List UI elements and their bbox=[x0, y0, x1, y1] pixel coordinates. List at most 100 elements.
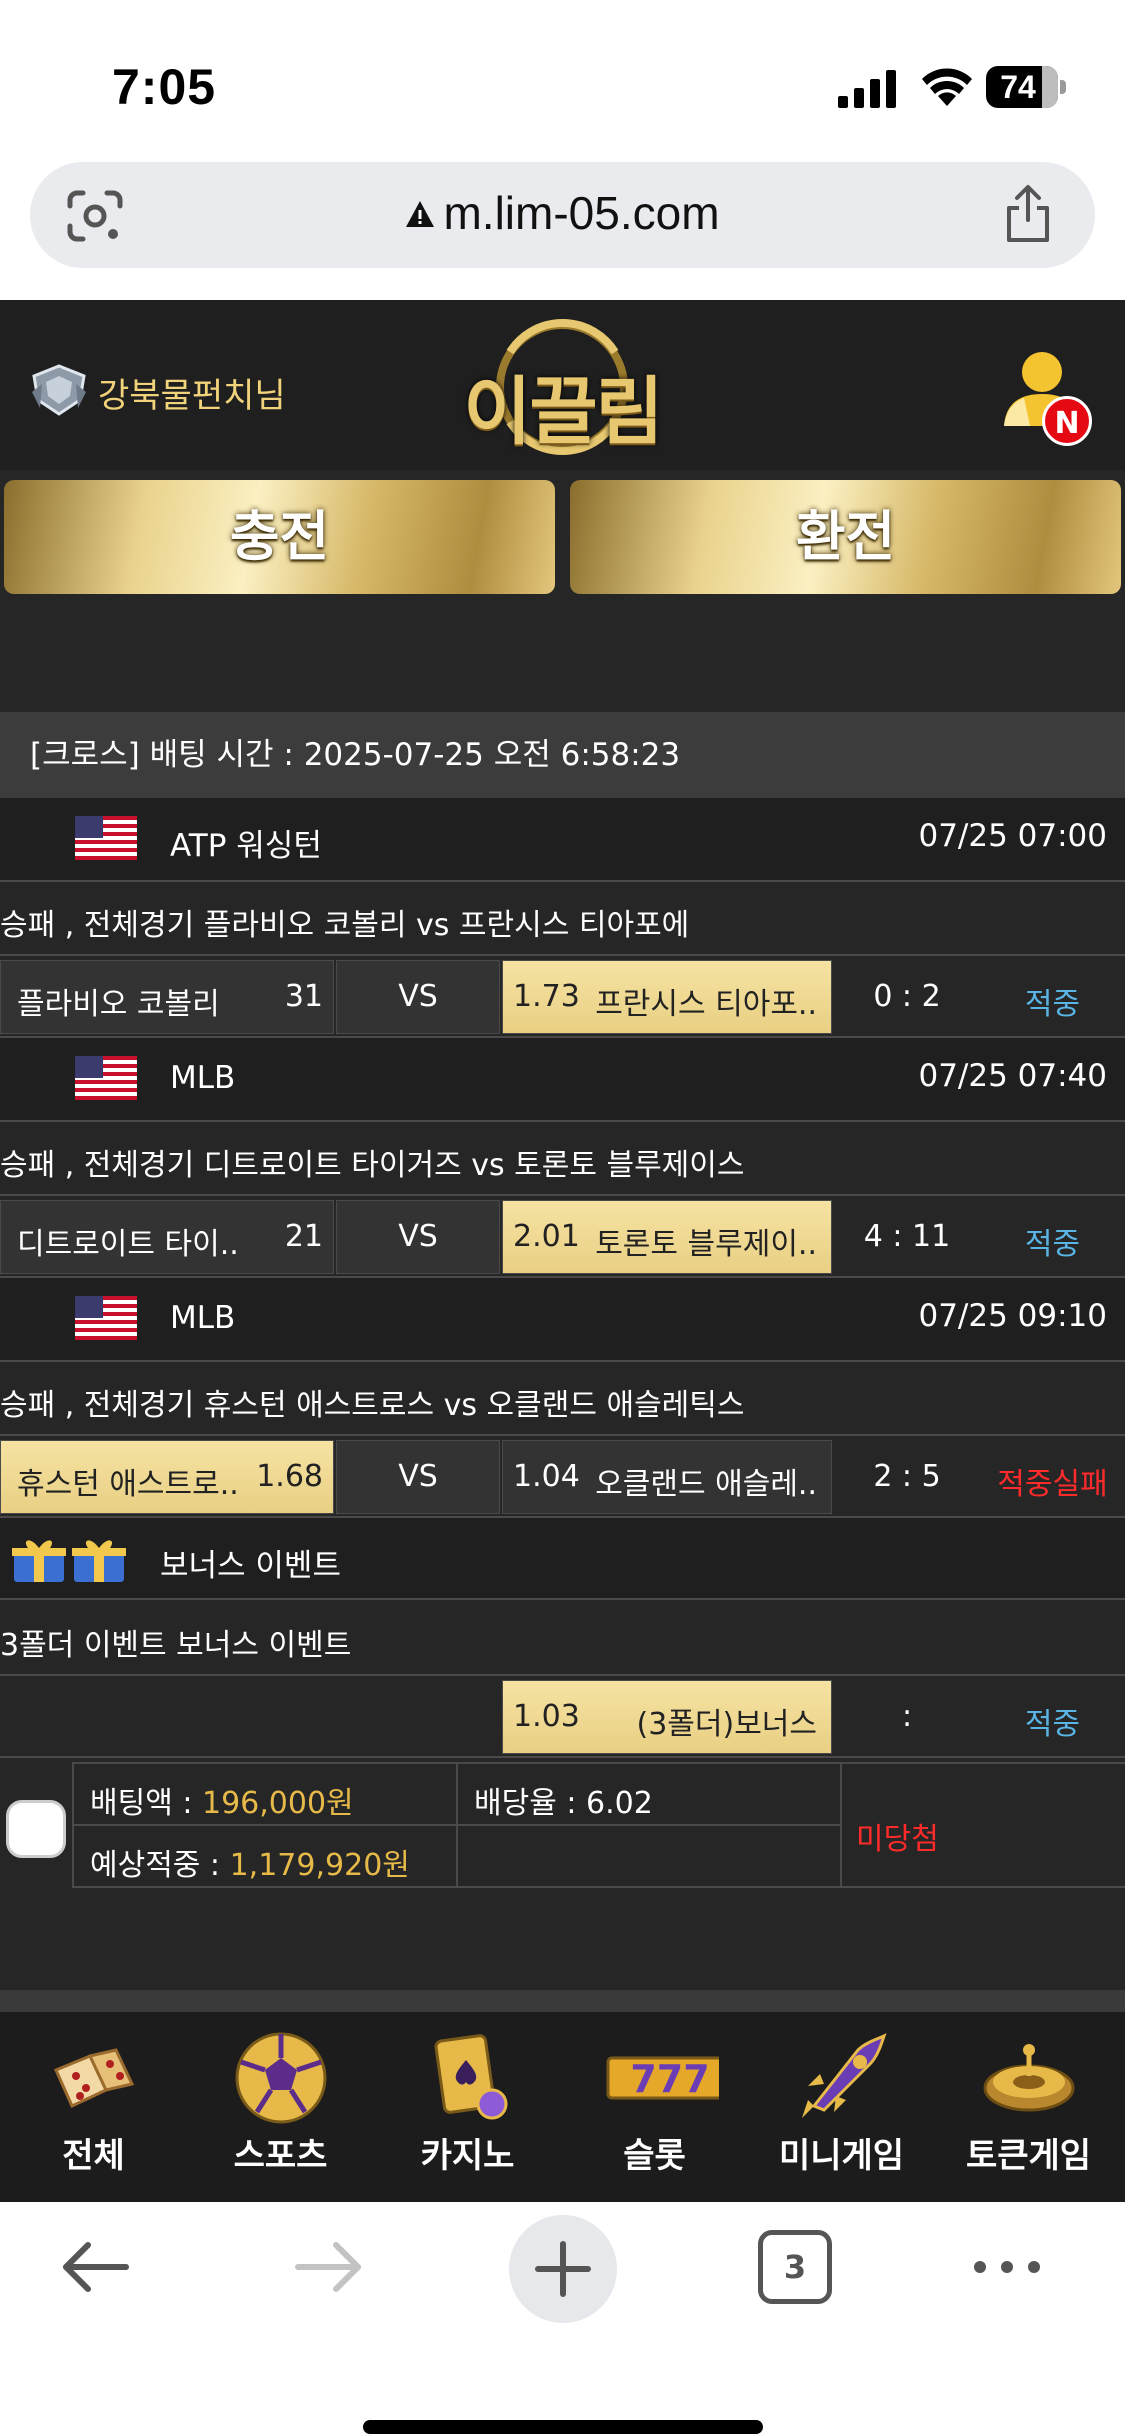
bet-slip-heading: [크로스] 배팅 시간 : 2025-07-25 오전 6:58:23 bbox=[0, 712, 1125, 798]
home-indicator bbox=[363, 2420, 763, 2434]
score-cell: 4 : 11 bbox=[836, 1200, 978, 1274]
league-name: ATP 워싱턴 bbox=[170, 828, 322, 864]
new-tab-plus-icon[interactable] bbox=[508, 2214, 618, 2324]
roulette-icon bbox=[983, 2044, 1075, 2112]
expected-win-cell: 예상적중 : 1,179,920원 bbox=[72, 1824, 458, 1888]
match-time: 07/25 07:00 bbox=[918, 818, 1107, 854]
address-bar-area: m.lim-05.com bbox=[0, 150, 1125, 300]
us-flag-icon bbox=[75, 1056, 137, 1100]
bet-status: 미당첨 bbox=[856, 1822, 939, 1857]
status-bar: 7:05 74 bbox=[0, 0, 1125, 150]
select-checkbox[interactable] bbox=[6, 1800, 66, 1858]
nav-label: 토큰게임 bbox=[965, 2136, 1092, 2176]
nav-label: 슬롯 bbox=[623, 2136, 686, 2176]
result-cell: 적중실패 bbox=[980, 1440, 1125, 1514]
tab-count: 3 bbox=[783, 2248, 807, 2286]
us-flag-icon bbox=[75, 816, 137, 860]
vs-label: VS bbox=[398, 1459, 438, 1494]
home-odds: 31 bbox=[284, 979, 323, 1014]
not-secure-warning-icon bbox=[406, 201, 435, 227]
rocket-icon bbox=[802, 2033, 887, 2118]
soccer-ball-icon bbox=[235, 2032, 327, 2124]
battery-level: 74 bbox=[1000, 69, 1036, 105]
home-odds: 1.68 bbox=[256, 1459, 323, 1494]
score: 0 : 2 bbox=[873, 979, 941, 1014]
browser-toolbar: 3 bbox=[0, 2202, 1125, 2436]
score-cell: : bbox=[836, 1680, 978, 1754]
nav-label: 카지노 bbox=[420, 2136, 515, 2176]
nav-sports[interactable]: 스포츠 bbox=[187, 2012, 374, 2202]
nav-all[interactable]: 전체 bbox=[0, 2012, 187, 2202]
nav-label: 스포츠 bbox=[233, 2136, 328, 2176]
home-team-cell: 플라비오 코볼리 31 bbox=[0, 960, 334, 1034]
home-odds: 21 bbox=[284, 1219, 323, 1254]
nav-label: 전체 bbox=[62, 2136, 125, 2176]
match-title-row: 승패 , 전체경기 플라비오 코볼리 vs 프란시스 티아포에 bbox=[0, 882, 1125, 956]
score-cell: 0 : 2 bbox=[836, 960, 978, 1034]
nav-casino[interactable]: 카지노 bbox=[374, 2012, 561, 2202]
away-team-cell-selected: 2.01 토론토 블루제이.. bbox=[502, 1200, 832, 1274]
bonus-label: 보너스 이벤트 bbox=[160, 1548, 341, 1584]
notification-badge[interactable]: N bbox=[1042, 396, 1092, 446]
odds-row: 플라비오 코볼리 31 VS 1.73 프란시스 티아포.. 0 : 2 적중 bbox=[0, 956, 1125, 1038]
dice-icon bbox=[54, 2048, 135, 2109]
bonus-title: 3폴더 이벤트 보너스 이벤트 bbox=[0, 1628, 352, 1663]
odds-row: 디트로이트 타이.. 21 VS 2.01 토론토 블루제이.. 4 : 11 … bbox=[0, 1196, 1125, 1278]
site-header: 강북물펀치님 이끌림 N 충전 환전 bbox=[0, 300, 1125, 594]
nav-minigame[interactable]: 미니게임 bbox=[748, 2012, 935, 2202]
away-odds: 1.04 bbox=[513, 1459, 580, 1494]
match-title-row: 승패 , 전체경기 휴스턴 애스트로스 vs 오클랜드 애슬레틱스 bbox=[0, 1362, 1125, 1436]
username[interactable]: 강북물펀치님 bbox=[98, 368, 286, 417]
tab-switcher[interactable]: 3 bbox=[758, 2230, 832, 2304]
empty-cell bbox=[456, 1824, 842, 1888]
match-title: 승패 , 전체경기 휴스턴 애스트로스 vs 오클랜드 애슬레틱스 bbox=[0, 1388, 745, 1423]
back-arrow-icon[interactable] bbox=[58, 2232, 132, 2302]
away-odds: 2.01 bbox=[513, 1219, 580, 1254]
site-logo[interactable]: 이끌림 bbox=[455, 312, 670, 462]
more-menu-icon[interactable] bbox=[970, 2232, 1044, 2302]
username-suffix: 님 bbox=[254, 376, 286, 416]
bonus-odds: 1.03 bbox=[513, 1699, 580, 1734]
forward-arrow-icon[interactable] bbox=[292, 2232, 366, 2302]
vs-label: VS bbox=[398, 979, 438, 1014]
expected-win-label: 예상적중 : bbox=[90, 1848, 230, 1883]
odds-row: 휴스턴 애스트로.. 1.68 VS 1.04 오클랜드 애슬레.. 2 : 5… bbox=[0, 1436, 1125, 1518]
match-title: 승패 , 전체경기 플라비오 코볼리 vs 프란시스 티아포에 bbox=[0, 908, 690, 943]
match-title: 승패 , 전체경기 디트로이트 타이거즈 vs 토론토 블루제이스 bbox=[0, 1148, 745, 1183]
match-time: 07/25 09:10 bbox=[918, 1298, 1107, 1334]
away-odds: 1.73 bbox=[513, 979, 580, 1014]
url-text[interactable]: m.lim-05.com bbox=[30, 186, 1095, 240]
home-team-cell: 디트로이트 타이.. 21 bbox=[0, 1200, 334, 1274]
home-team: 디트로이트 타이.. bbox=[17, 1227, 239, 1262]
cellular-signal-icon bbox=[838, 70, 896, 108]
bonus-odds-row: 1.03 (3폴더)보너스 : 적중 bbox=[0, 1676, 1125, 1758]
us-flag-icon bbox=[75, 1296, 137, 1340]
cards-icon bbox=[434, 2034, 508, 2120]
result-hit: 적중 bbox=[1024, 987, 1081, 1022]
result-miss: 적중실패 bbox=[997, 1467, 1108, 1502]
odds-rate-cell: 배당율 : 6.02 bbox=[456, 1762, 842, 1826]
away-team-cell-selected: 1.73 프란시스 티아포.. bbox=[502, 960, 832, 1034]
league-row: ATP 워싱턴 07/25 07:00 bbox=[0, 798, 1125, 882]
gift-box-icon bbox=[12, 1540, 126, 1582]
bonus-row: 보너스 이벤트 bbox=[0, 1518, 1125, 1600]
nav-token-game[interactable]: 토큰게임 bbox=[935, 2012, 1122, 2202]
address-bar[interactable]: m.lim-05.com bbox=[30, 162, 1095, 268]
charge-button[interactable]: 충전 bbox=[4, 480, 555, 594]
league-name: MLB bbox=[170, 1060, 236, 1096]
bonus-name: (3폴더)보너스 bbox=[636, 1707, 818, 1742]
username-text: 강북물펀치 bbox=[98, 376, 255, 416]
away-team: 토론토 블루제이.. bbox=[595, 1227, 817, 1262]
rank-badge-icon bbox=[32, 364, 86, 416]
nav-slot[interactable]: 777 슬롯 bbox=[561, 2012, 748, 2202]
vs-label: VS bbox=[398, 1219, 438, 1254]
battery-icon: 74 bbox=[986, 66, 1066, 108]
away-team: 프란시스 티아포.. bbox=[595, 987, 817, 1022]
exchange-button[interactable]: 환전 bbox=[570, 480, 1121, 594]
league-name: MLB bbox=[170, 1300, 236, 1336]
svg-text:777: 777 bbox=[630, 2057, 709, 2101]
wifi-icon bbox=[922, 68, 972, 106]
score-cell: 2 : 5 bbox=[836, 1440, 978, 1514]
nav-label: 미니게임 bbox=[778, 2136, 905, 2176]
share-icon[interactable] bbox=[1001, 184, 1055, 244]
